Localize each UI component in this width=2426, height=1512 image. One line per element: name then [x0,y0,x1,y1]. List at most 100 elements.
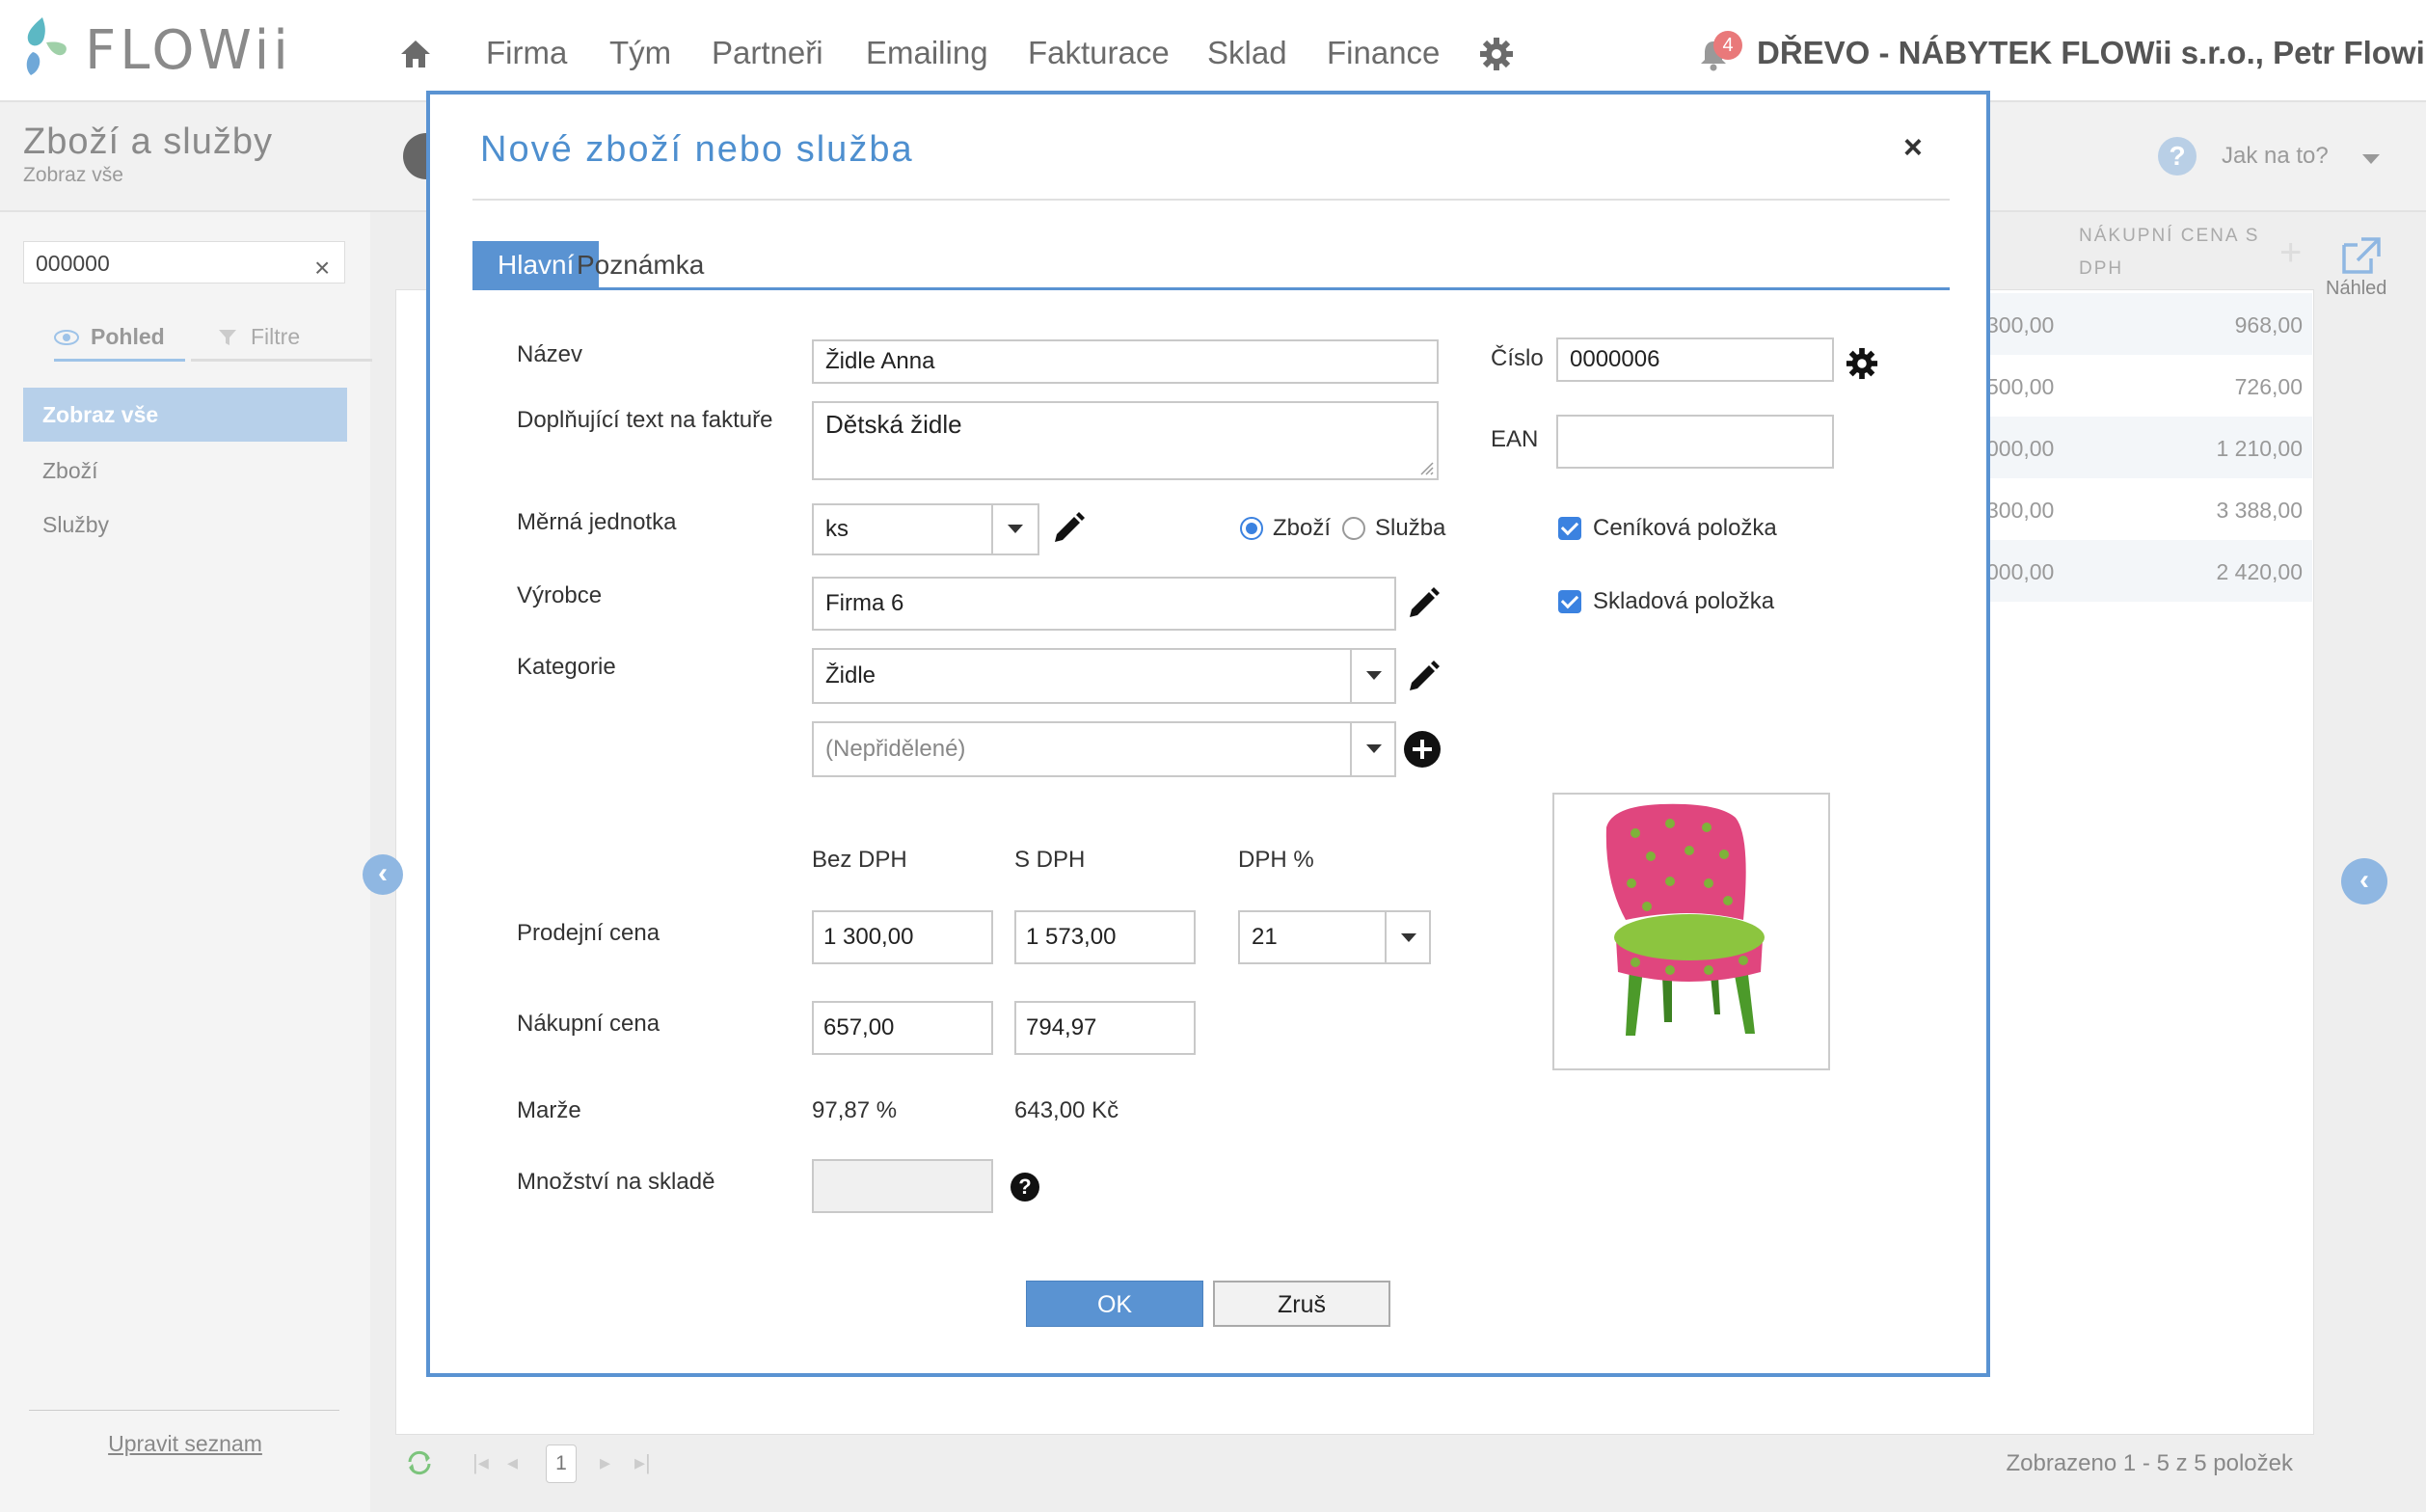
howto-link[interactable]: Jak na to? [2222,143,2329,170]
edit-unit-pencil-icon[interactable] [1051,511,1086,546]
sale-price-label: Prodejní cena [517,920,660,946]
table-row[interactable]: 300,00 3 388,00 [1986,478,2312,540]
number-field[interactable]: 0000006 [1556,338,1834,382]
resize-handle-icon[interactable] [1419,461,1435,476]
table-row[interactable]: 500,00 726,00 [1986,355,2312,417]
dialog-title: Nové zboží nebo služba [480,129,914,170]
page-title: Zboží a služby [23,122,273,162]
number-settings-gear-icon[interactable] [1846,347,1878,380]
tab-note[interactable]: Poznámka [552,241,729,289]
column-header-purchase-price[interactable]: NÁKUPNÍ CENA S DPH [2079,220,2262,285]
nav-partneri[interactable]: Partneři [712,35,823,71]
eye-icon [54,330,79,345]
current-page[interactable]: 1 [546,1444,577,1483]
sidebar-divider [29,1410,339,1411]
chair-image [1605,803,1765,1036]
close-icon[interactable]: × [1903,129,1923,167]
clear-search-icon[interactable]: × [314,253,330,284]
sidebar-item-goods[interactable]: Zboží [23,444,347,498]
goods-radio-label[interactable]: Zboží [1273,515,1331,542]
refresh-icon[interactable] [405,1448,434,1477]
edit-list-link[interactable]: Upravit seznam [0,1431,370,1457]
table-cell: 3 388,00 [2216,498,2303,523]
subcategory-dropdown-chevron-icon[interactable] [1350,723,1396,775]
invoice-text-field[interactable]: Dětská židle [812,401,1439,480]
nav-firma[interactable]: Firma [486,35,567,71]
vat-rate-dropdown-chevron-icon[interactable] [1385,912,1431,962]
search-input[interactable]: 000000 [23,241,345,284]
logo-drops-icon [26,17,67,75]
top-bar: FLOWii Firma Tým Partneři Emailing Faktu… [0,0,2426,102]
home-icon[interactable] [399,39,432,69]
price-list-checkbox-label[interactable]: Ceníková položka [1593,515,1777,542]
nav-tym[interactable]: Tým [609,35,671,71]
purchase-price-with-vat-field[interactable]: 794,97 [1014,1001,1196,1055]
logo-text: FLOWii [85,19,292,82]
collapse-left-arrow-icon[interactable]: ‹ [363,854,403,895]
service-radio[interactable] [1342,517,1365,540]
name-field[interactable]: Židle Anna [812,339,1439,384]
title-divider [472,199,1950,201]
category-dropdown-chevron-icon[interactable] [1350,650,1396,702]
price-without-vat-header: Bez DPH [812,847,907,873]
nav-finance[interactable]: Finance [1327,35,1440,71]
product-image[interactable] [1552,793,1830,1070]
sale-price-without-vat-field[interactable]: 1 300,00 [812,910,993,964]
settings-gear-icon[interactable] [1479,37,1514,71]
preview-label[interactable]: Náhled [2326,278,2386,300]
flowii-logo[interactable]: FLOWii [21,15,288,83]
last-page-icon[interactable]: ▸| [634,1450,651,1475]
add-category-plus-icon[interactable] [1404,731,1441,768]
stock-quantity-field [812,1159,993,1213]
table-cell: 000,00 [1986,559,2055,584]
table-row[interactable]: 300,00 968,00 [1986,293,2312,355]
ean-field[interactable] [1556,415,1834,469]
table-cell: 726,00 [2234,374,2303,399]
tab-filter-underline [191,359,372,362]
edit-manufacturer-pencil-icon[interactable] [1406,586,1441,621]
table-cell: 000,00 [1986,436,2055,461]
sale-price-with-vat-field[interactable]: 1 573,00 [1014,910,1196,964]
tabs-underline [472,287,1950,290]
collapse-right-arrow-icon[interactable]: ‹ [2341,858,2387,904]
sidebar-item-services[interactable]: Služby [23,498,347,552]
stock-help-icon[interactable]: ? [1011,1173,1039,1202]
next-page-icon[interactable]: ▸ [600,1450,610,1475]
number-label: Číslo [1491,345,1544,371]
purchase-price-without-vat-field[interactable]: 657,00 [812,1001,993,1055]
price-with-vat-header: S DPH [1014,847,1086,873]
category-select[interactable]: Židle [812,648,1396,704]
add-column-icon[interactable]: + [2279,231,2302,275]
stock-item-checkbox[interactable] [1558,590,1581,613]
company-user-menu[interactable]: DŘEVO - NÁBYTEK FLOWii s.r.o., Petr Flow… [1757,35,2426,71]
ok-button[interactable]: OK [1026,1281,1203,1327]
subcategory-placeholder: (Nepřidělené) [825,736,966,762]
price-list-checkbox[interactable] [1558,517,1581,540]
name-label: Název [517,341,583,367]
stock-item-checkbox-label[interactable]: Skladová položka [1593,588,1774,615]
nav-emailing[interactable]: Emailing [866,35,988,71]
manufacturer-field[interactable]: Firma 6 [812,577,1396,631]
chevron-down-icon[interactable] [2362,154,2380,164]
goods-radio[interactable] [1240,517,1263,540]
service-radio-label[interactable]: Služba [1375,515,1445,542]
cancel-button[interactable]: Zruš [1213,1281,1390,1327]
unit-dropdown-chevron-icon[interactable] [991,503,1038,555]
table-cell: 500,00 [1986,374,2055,399]
first-page-icon[interactable]: |◂ [472,1450,489,1475]
tab-view-label: Pohled [91,324,165,349]
help-icon[interactable]: ? [2158,137,2197,176]
prev-page-icon[interactable]: ◂ [507,1450,518,1475]
subcategory-select[interactable]: (Nepřidělené) [812,721,1396,777]
table-row[interactable]: 000,00 1 210,00 [1986,417,2312,478]
external-link-icon[interactable] [2333,235,2389,276]
margin-percent: 97,87 % [812,1097,898,1123]
purchase-price-label: Nákupní cena [517,1011,660,1037]
table-row[interactable]: 000,00 2 420,00 [1986,540,2312,602]
nav-sklad[interactable]: Sklad [1207,35,1287,71]
nav-fakturace[interactable]: Fakturace [1028,35,1170,71]
sidebar: 000000 × Pohled Filtre Zobraz vše Zboží … [0,212,372,1512]
sidebar-item-all[interactable]: Zobraz vše [23,388,347,442]
filter-icon [219,330,236,345]
edit-category-pencil-icon[interactable] [1406,660,1441,694]
